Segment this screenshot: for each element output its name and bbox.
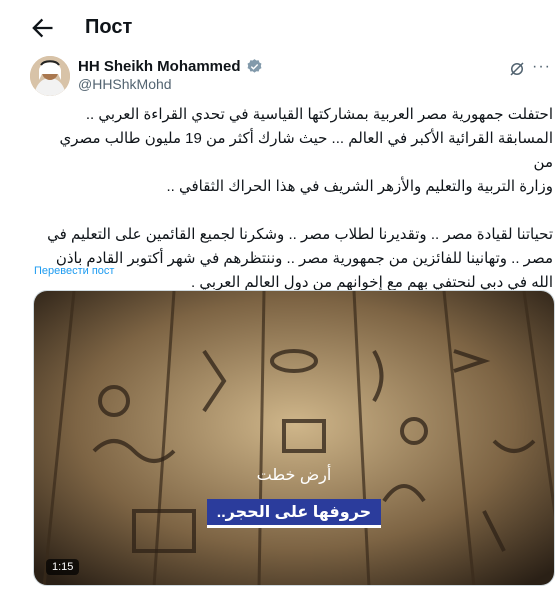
avatar[interactable] <box>30 56 70 96</box>
video-duration: 1:15 <box>46 559 80 575</box>
grok-icon[interactable] <box>508 60 526 78</box>
video-thumbnail <box>34 291 554 585</box>
back-arrow-icon[interactable] <box>28 14 56 42</box>
more-icon[interactable]: ··· <box>532 58 551 76</box>
author-name-row: HH Sheikh Mohammed <box>78 58 263 75</box>
video-caption-line1: أرض خطت <box>256 467 332 484</box>
avatar-image <box>30 56 70 96</box>
page-header: Пост <box>0 0 558 56</box>
video-caption-line2: حروفها على الحجر.. <box>206 499 382 528</box>
video-player[interactable]: أرض خطت حروفها على الحجر.. 1:15 <box>33 290 555 586</box>
video-caption-box: حروفها على الحجر.. <box>34 499 554 528</box>
page-title: Пост <box>85 16 133 38</box>
verified-badge-icon <box>247 59 261 73</box>
author-handle[interactable]: @HHShkMohd <box>78 76 172 92</box>
translate-post-link[interactable]: Перевести пост <box>34 265 114 277</box>
author-name[interactable]: HH Sheikh Mohammed <box>78 58 241 75</box>
